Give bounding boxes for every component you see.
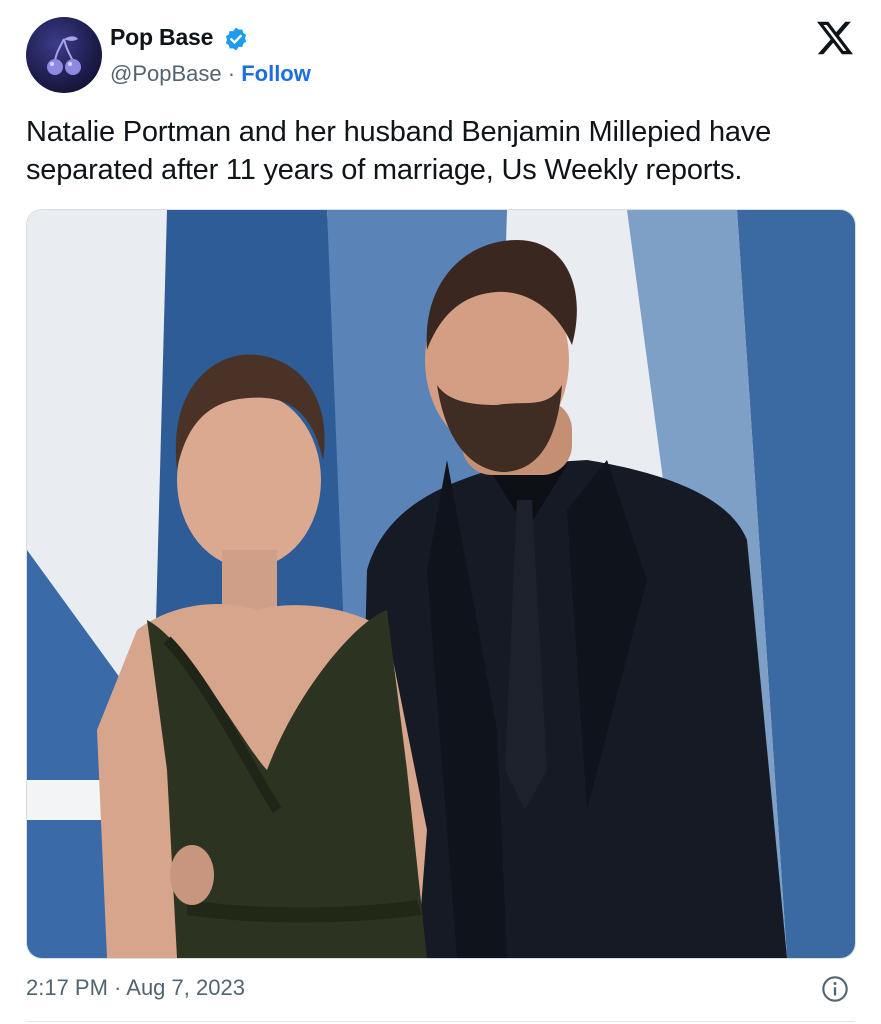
author-handle[interactable]: @PopBase — [110, 61, 222, 86]
author-meta: @PopBase · Follow — [110, 61, 311, 87]
verified-badge-icon — [225, 27, 247, 51]
author-avatar[interactable] — [26, 17, 102, 93]
cherry-logo-icon — [47, 36, 81, 75]
bottom-divider — [26, 1021, 855, 1022]
tweet-photo[interactable] — [26, 209, 856, 959]
info-icon[interactable] — [821, 975, 849, 1003]
follow-button[interactable]: Follow — [241, 61, 311, 86]
author-name[interactable]: Pop Base — [110, 24, 213, 51]
tweet-card: Pop Base @PopBase · Follow Natalie Portm… — [0, 0, 881, 1024]
couple-photo-image — [27, 210, 855, 958]
tweet-timestamp[interactable]: 2:17 PM · Aug 7, 2023 — [26, 975, 245, 1001]
tweet-text: Natalie Portman and her husband Benjamin… — [26, 116, 772, 186]
meta-separator: · — [227, 61, 236, 86]
x-logo-icon[interactable] — [817, 20, 853, 56]
